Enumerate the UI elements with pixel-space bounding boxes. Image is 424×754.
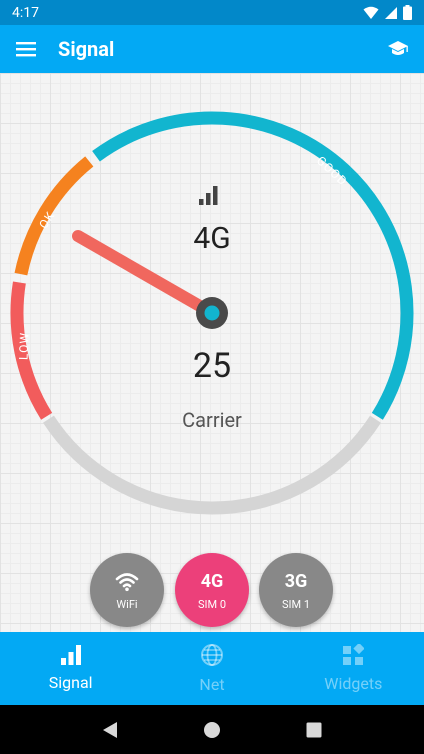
wifi-icon bbox=[115, 572, 139, 591]
gauge-label-low: LOW bbox=[17, 332, 32, 360]
status-time: 4:17 bbox=[12, 4, 39, 21]
battery-icon bbox=[403, 5, 412, 20]
gauge-track-arc bbox=[43, 415, 381, 515]
nav-net-label: Net bbox=[199, 675, 225, 694]
signal-strength-icon bbox=[199, 186, 218, 205]
home-icon[interactable] bbox=[203, 721, 221, 739]
widgets-icon bbox=[343, 644, 365, 665]
hamburger-menu-icon bbox=[16, 42, 36, 57]
network-type-label: 4G bbox=[193, 221, 230, 256]
nav-signal[interactable]: Signal bbox=[0, 632, 141, 705]
menu-button[interactable] bbox=[0, 25, 52, 73]
recents-icon[interactable] bbox=[306, 722, 322, 738]
back-icon[interactable] bbox=[102, 721, 118, 739]
sim1-network-type: 3G bbox=[284, 571, 308, 592]
globe-icon bbox=[200, 644, 223, 666]
page-title: Signal bbox=[58, 37, 115, 61]
nav-widgets[interactable]: Widgets bbox=[283, 632, 424, 705]
nav-widgets-label: Widgets bbox=[324, 674, 383, 693]
sim0-network-type: 4G bbox=[200, 571, 224, 592]
sim-selector: WiFi 4G SIM 0 3G SIM 1 bbox=[0, 553, 424, 627]
gauge-hub-center bbox=[204, 305, 220, 321]
system-navigation-bar bbox=[0, 705, 424, 754]
gauge-needle bbox=[72, 230, 218, 319]
sim0-button[interactable]: 4G SIM 0 bbox=[175, 553, 249, 627]
nav-signal-label: Signal bbox=[48, 673, 93, 692]
sim0-label: SIM 0 bbox=[197, 597, 227, 611]
sim1-button[interactable]: 3G SIM 1 bbox=[259, 553, 333, 627]
cell-signal-icon bbox=[385, 6, 397, 19]
signal-gauge: GOOD OK LOW 4G 25 Carrier bbox=[10, 111, 414, 515]
bottom-navigation: Signal Net Widgets bbox=[0, 632, 424, 705]
wifi-status-icon bbox=[363, 6, 379, 19]
status-bar: 4:17 bbox=[0, 0, 424, 25]
operator-name: Carrier bbox=[182, 408, 242, 432]
signal-bars-icon bbox=[60, 645, 81, 665]
app-bar: Signal bbox=[0, 25, 424, 73]
graduation-cap-icon bbox=[388, 41, 408, 55]
status-icons bbox=[363, 5, 412, 20]
learn-button[interactable] bbox=[372, 25, 424, 73]
signal-content: GOOD OK LOW 4G 25 Carrier WiFi 4G SIM 0 … bbox=[0, 73, 424, 632]
wifi-button[interactable]: WiFi bbox=[90, 553, 164, 627]
signal-value: 25 bbox=[193, 346, 231, 386]
nav-net[interactable]: Net bbox=[141, 632, 282, 705]
sim1-label: SIM 1 bbox=[281, 597, 311, 611]
wifi-button-label: WiFi bbox=[116, 597, 138, 611]
